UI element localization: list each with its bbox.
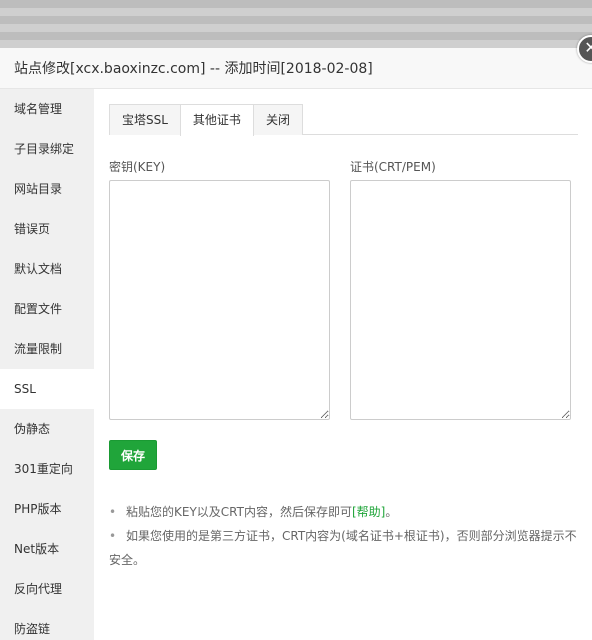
sidebar-item-reverse-proxy[interactable]: 反向代理 (0, 569, 94, 609)
background-page (0, 0, 592, 48)
modal-header: 站点修改[xcx.baoxinzc.com] -- 添加时间[2018-02-0… (0, 48, 592, 89)
sidebar-item-php-version[interactable]: PHP版本 (0, 489, 94, 529)
sidebar-item-rewrite[interactable]: 伪静态 (0, 409, 94, 449)
sidebar-item-config[interactable]: 配置文件 (0, 289, 94, 329)
key-textarea[interactable] (109, 180, 330, 420)
help-link[interactable]: [帮助] (352, 505, 385, 519)
key-field-group: 密钥(KEY) (109, 160, 330, 424)
tip-item: 粘贴您的KEY以及CRT内容，然后保存即可[帮助]。 (109, 500, 578, 524)
tab-bt-ssl[interactable]: 宝塔SSL (109, 104, 181, 135)
site-edit-modal: 站点修改[xcx.baoxinzc.com] -- 添加时间[2018-02-0… (0, 48, 592, 640)
sidebar-item-error-page[interactable]: 错误页 (0, 209, 94, 249)
tips-list: 粘贴您的KEY以及CRT内容，然后保存即可[帮助]。 如果您使用的是第三方证书，… (109, 500, 578, 572)
save-button[interactable]: 保存 (109, 440, 158, 470)
tip-text-end: 。 (385, 505, 398, 519)
crt-textarea[interactable] (350, 180, 571, 420)
cert-fields: 密钥(KEY) 证书(CRT/PEM) (109, 160, 578, 424)
modal-body: 域名管理 子目录绑定 网站目录 错误页 默认文档 配置文件 流量限制 SSL 伪… (0, 89, 592, 640)
tip-item: 如果您使用的是第三方证书，CRT内容为(域名证书+根证书)，否则部分浏览器提示不… (109, 524, 578, 572)
tab-close-ssl[interactable]: 关闭 (252, 104, 303, 135)
sidebar-item-hotlink[interactable]: 防盗链 (0, 609, 94, 640)
sidebar-item-site-dir[interactable]: 网站目录 (0, 169, 94, 209)
ssl-tabs: 宝塔SSL 其他证书 关闭 (109, 104, 578, 136)
tip-text: 如果您使用的是第三方证书，CRT内容为(域名证书+根证书)，否则部分浏览器提示不… (109, 529, 577, 567)
crt-field-group: 证书(CRT/PEM) (350, 160, 571, 424)
key-label: 密钥(KEY) (109, 160, 166, 174)
sidebar-item-net-version[interactable]: Net版本 (0, 529, 94, 569)
sidebar-item-ssl[interactable]: SSL (0, 369, 94, 409)
sidebar-item-traffic-limit[interactable]: 流量限制 (0, 329, 94, 369)
tip-text: 粘贴您的KEY以及CRT内容，然后保存即可 (126, 505, 352, 519)
tab-other-cert[interactable]: 其他证书 (179, 104, 254, 136)
modal-title: 站点修改[xcx.baoxinzc.com] -- 添加时间[2018-02-0… (14, 61, 373, 77)
ssl-panel: 宝塔SSL 其他证书 关闭 密钥(KEY) 证书(CRT/PEM) 保存 粘贴您… (94, 89, 592, 640)
sidebar-item-redirect[interactable]: 301重定向 (0, 449, 94, 489)
sidebar-item-domain[interactable]: 域名管理 (0, 89, 94, 129)
crt-label: 证书(CRT/PEM) (350, 160, 436, 174)
sidebar-item-subdir[interactable]: 子目录绑定 (0, 129, 94, 169)
sidebar: 域名管理 子目录绑定 网站目录 错误页 默认文档 配置文件 流量限制 SSL 伪… (0, 89, 94, 640)
sidebar-item-default-doc[interactable]: 默认文档 (0, 249, 94, 289)
